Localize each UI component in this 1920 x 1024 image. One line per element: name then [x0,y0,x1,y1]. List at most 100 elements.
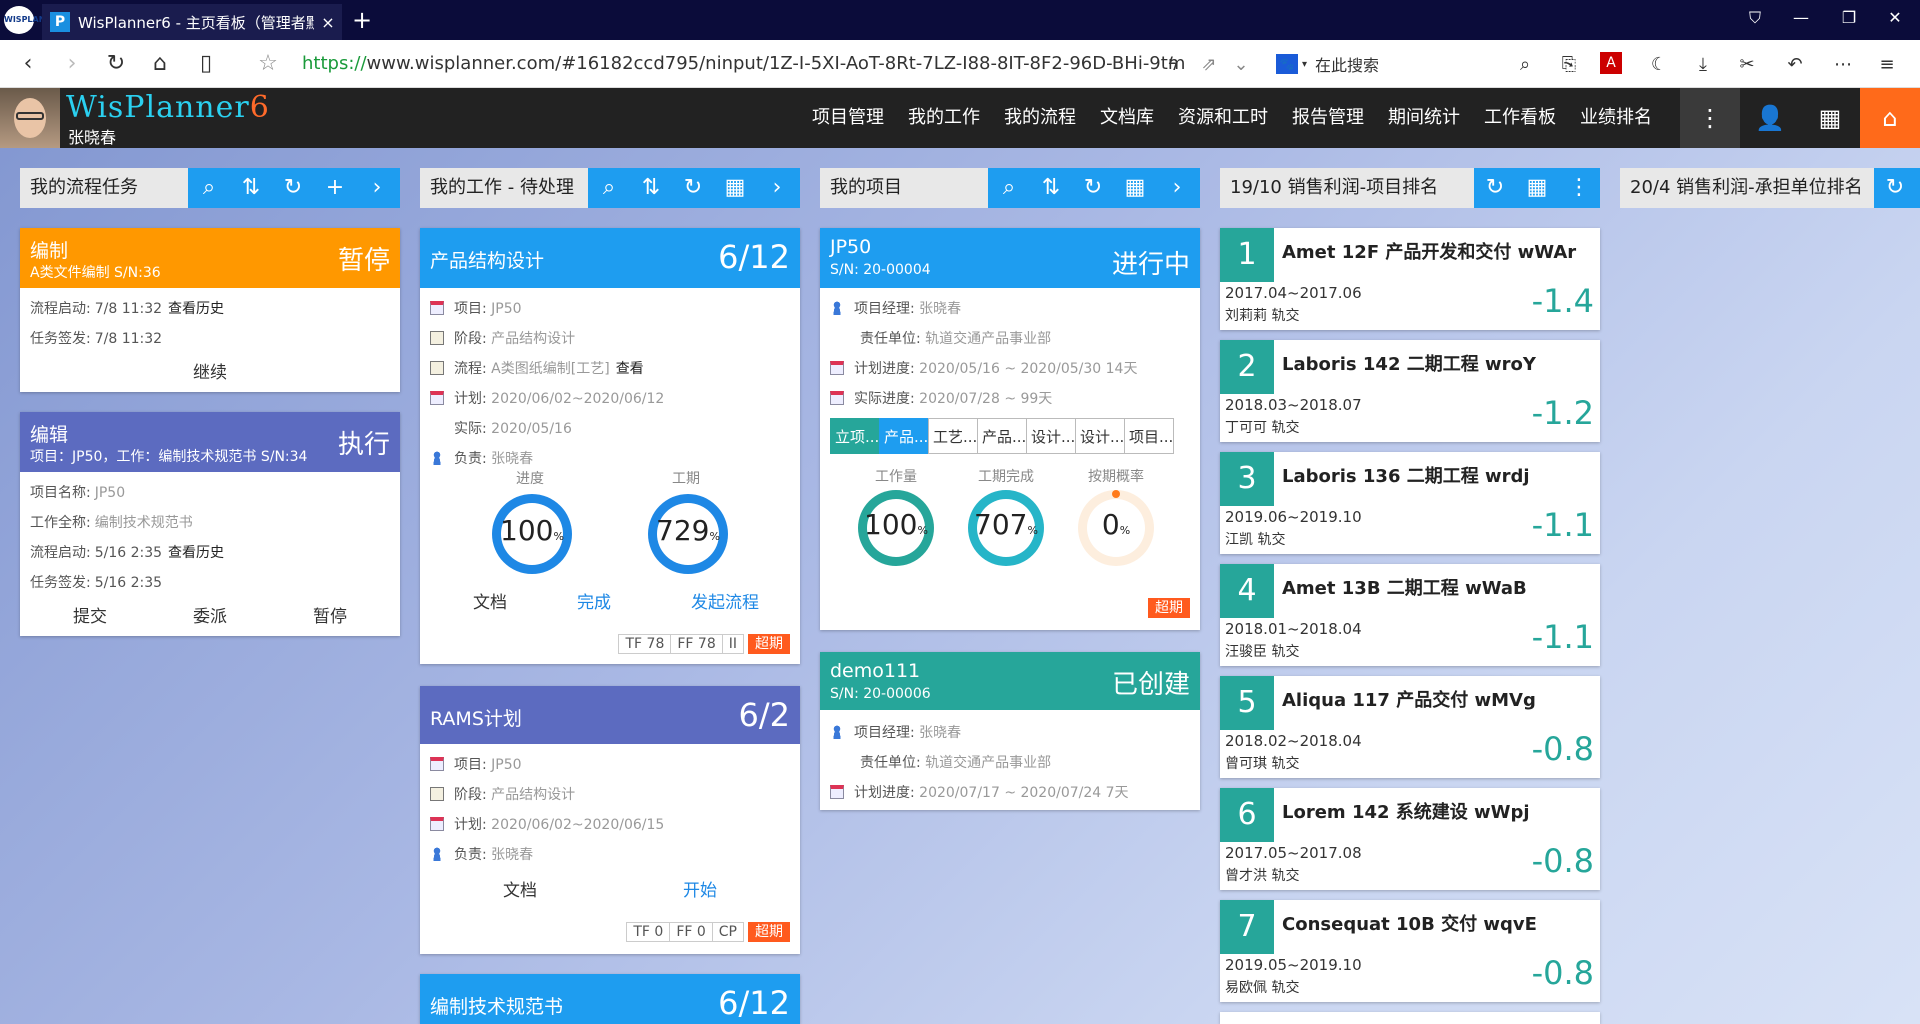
responsible-unit-row: 责任单位: 轨道交通产品事业部 [860,755,1052,771]
ranking-card[interactable]: 2 Laboris 142 二期工程 wroY 2018.03~2018.07 丁可可… [1220,340,1600,442]
phase-tab[interactable]: 产品... [977,418,1027,454]
menu-document-library[interactable]: 文档库 [1088,88,1166,148]
complete-button[interactable]: 完成 [554,588,634,613]
phase-tab[interactable]: 设计... [1075,418,1125,454]
ranking-card[interactable]: 5 Aliqua 117 产品交付 wMVg 2018.02~2018.04 曾可琪 … [1220,676,1600,778]
url-field[interactable]: https://www.wisplanner.com/#16182ccd795/… [302,53,1185,74]
search-icon[interactable]: ⌕ [1512,52,1538,78]
refresh-icon[interactable]: ↻ [272,168,314,208]
project-card[interactable]: JP50 S/N: 20-00004 进行中 项目经理: 张晓春 责任单位: 轨… [820,228,1200,630]
flow-task-card[interactable]: 编制 A类文件编制 S/N:36 暂停 流程启动: 7/8 11:32 查看历史 任… [20,228,400,392]
forward-icon[interactable]: › [58,50,86,78]
sort-icon[interactable]: ⇅ [230,168,272,208]
search-icon[interactable]: ⌕ [188,168,230,208]
dropdown-chevron-icon[interactable]: ⌄ [1228,52,1254,78]
project-card[interactable]: demo111 S/N: 20-00006 已创建 项目经理: 张晓春 责任单位… [820,652,1200,810]
browser-logo-icon[interactable]: WISPLAN [4,6,45,34]
calendar-icon[interactable]: ▦ [1114,168,1156,208]
reading-icon[interactable]: ▯ [192,50,220,78]
kebab-menu-icon[interactable]: ⋮ [1680,88,1740,148]
refresh-icon[interactable]: ↻ [1474,168,1516,208]
dark-mode-icon[interactable]: ☾ [1646,52,1672,78]
work-card[interactable]: RAMS计划 6/2 项目: JP50 阶段: 产品结构设计 计划: 2020/… [420,686,800,954]
rank-number: 6 [1220,788,1274,842]
pdf-icon[interactable]: A [1600,52,1622,74]
phase-tab[interactable]: 工艺... [928,418,978,454]
ranking-card[interactable]: 3 Laboris 136 二期工程 wrdj 2019.06~2019.10 江凯 … [1220,452,1600,554]
favorite-star-icon[interactable]: ☆ [254,50,282,78]
menu-performance-ranking[interactable]: 业绩排名 [1568,88,1664,148]
tab-close-icon[interactable]: × [314,13,342,32]
chevron-right-icon[interactable]: › [756,168,798,208]
continue-button[interactable]: 继续 [20,358,400,383]
hamburger-menu-icon[interactable]: ≡ [1874,52,1900,78]
view-history-link[interactable]: 查看历史 [168,301,224,317]
shirt-icon[interactable]: ⛉ [1740,8,1770,28]
phase-tab[interactable]: 设计... [1026,418,1076,454]
phase-tab[interactable]: 产品... [879,418,929,454]
calendar-icon[interactable]: ▦ [714,168,756,208]
home-app-icon[interactable]: ⌂ [1860,88,1920,148]
browser-tab[interactable]: P WisPlanner6 - 主页看板（管理者默 × [42,4,342,40]
extension-icon[interactable]: ⎘ [1556,52,1582,78]
user-icon[interactable]: 👤 [1740,88,1800,148]
add-icon[interactable]: + [314,168,356,208]
search-engine-chevron-icon[interactable]: ▾ [1302,59,1307,70]
flash-icon[interactable]: ϟ [1160,52,1186,78]
apps-grid-icon[interactable]: ▦ [1800,88,1860,148]
scissors-icon[interactable]: ✂ [1734,52,1760,78]
download-icon[interactable]: ⤓ [1690,52,1716,78]
refresh-icon[interactable]: ↻ [672,168,714,208]
calendar-icon [430,391,444,405]
refresh-icon[interactable]: ↻ [1072,168,1114,208]
ranking-card[interactable] [1220,1012,1600,1024]
sort-icon[interactable]: ⇅ [1030,168,1072,208]
document-button[interactable]: 文档 [480,876,560,901]
undo-icon[interactable]: ↶ [1782,52,1808,78]
phase-tab[interactable]: 项目... [1124,418,1174,454]
more-icon[interactable]: ⋯ [1830,52,1856,78]
avatar[interactable] [0,88,60,148]
back-icon[interactable]: ‹ [14,50,42,78]
search-icon[interactable]: ⌕ [988,168,1030,208]
minimize-icon[interactable]: — [1786,8,1816,27]
chevron-right-icon[interactable]: › [1156,168,1198,208]
share-icon[interactable]: ⇗ [1196,52,1222,78]
chevron-right-icon[interactable]: › [356,168,398,208]
flow-task-card[interactable]: 编辑 项目：JP50，工作：编制技术规范书 S/N:34 执行 项目名称: JP5… [20,412,400,636]
menu-project-management[interactable]: 项目管理 [800,88,896,148]
ranking-card[interactable]: 7 Consequat 10B 交付 wqvE 2019.05~2019.10 易欧佩… [1220,900,1600,1002]
browser-search-box[interactable]: 🐾 ▾ 在此搜索 [1276,48,1536,80]
menu-my-flow[interactable]: 我的流程 [992,88,1088,148]
search-engine-icon[interactable]: 🐾 [1276,54,1298,74]
delegate-button[interactable]: 委派 [160,602,260,627]
menu-period-stats[interactable]: 期间统计 [1376,88,1472,148]
ranking-card[interactable]: 6 Lorem 142 系统建设 wWpj 2017.05~2017.08 曾才洪 轨… [1220,788,1600,890]
reload-icon[interactable]: ↻ [102,50,130,78]
document-button[interactable]: 文档 [450,588,530,613]
home-icon[interactable]: ⌂ [146,50,174,78]
submit-button[interactable]: 提交 [40,602,140,627]
kebab-icon[interactable]: ⋮ [1558,168,1600,208]
view-flow-link[interactable]: 查看 [616,361,644,377]
new-tab-button[interactable]: + [352,6,372,34]
phase-tab[interactable]: 立项... [830,418,880,454]
menu-resources-hours[interactable]: 资源和工时 [1166,88,1280,148]
restore-icon[interactable]: ❐ [1834,8,1864,27]
refresh-icon[interactable]: ↻ [1874,168,1916,208]
menu-my-work[interactable]: 我的工作 [896,88,992,148]
search-icon[interactable]: ⌕ [588,168,630,208]
close-window-icon[interactable]: ✕ [1880,8,1910,27]
ranking-card[interactable]: 1 Amet 12F 产品开发和交付 wWAr 2017.04~2017.06 刘莉莉… [1220,228,1600,330]
work-card[interactable]: 产品结构设计 6/12 项目: JP50 阶段: 产品结构设计 流程: A类图纸… [420,228,800,664]
view-history-link[interactable]: 查看历史 [168,545,224,561]
start-flow-button[interactable]: 发起流程 [670,588,780,613]
start-button[interactable]: 开始 [660,876,740,901]
sort-icon[interactable]: ⇅ [630,168,672,208]
calendar-icon[interactable]: ▦ [1516,168,1558,208]
ranking-card[interactable]: 4 Amet 13B 二期工程 wWaB 2018.01~2018.04 汪骏臣 轨交… [1220,564,1600,666]
menu-work-board[interactable]: 工作看板 [1472,88,1568,148]
menu-report-management[interactable]: 报告管理 [1280,88,1376,148]
pause-button[interactable]: 暂停 [280,602,380,627]
work-card[interactable]: 编制技术规范书 6/12 [420,974,800,1024]
